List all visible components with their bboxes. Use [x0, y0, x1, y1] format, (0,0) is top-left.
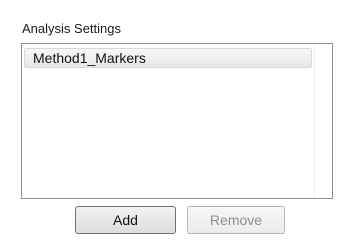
list-item-method1-markers[interactable]: Method1_Markers [24, 48, 312, 68]
add-button[interactable]: Add [75, 206, 176, 234]
list-scrollbar-gutter [314, 44, 332, 198]
analysis-settings-label: Analysis Settings [22, 21, 121, 36]
list-content-area: Method1_Markers [22, 44, 314, 198]
remove-button[interactable]: Remove [187, 206, 285, 234]
analysis-settings-panel: Analysis Settings Method1_Markers Add Re… [0, 0, 339, 240]
analysis-settings-list[interactable]: Method1_Markers [21, 43, 333, 199]
